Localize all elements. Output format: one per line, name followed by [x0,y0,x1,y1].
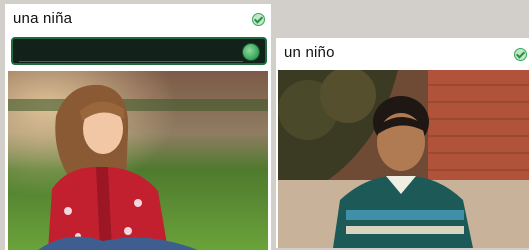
answer-bar[interactable] [11,37,267,65]
card-label: un niño [284,44,335,61]
submit-button[interactable] [242,43,260,61]
check-circle-icon [252,13,265,26]
vocab-card-girl[interactable]: una niña [5,4,271,250]
vocab-card-boy[interactable]: un niño [276,38,529,248]
card-label: una niña [13,10,73,27]
check-circle-icon [514,48,527,61]
answer-input[interactable] [19,43,243,62]
girl-photo [8,71,268,250]
card-header: un niño [276,38,529,68]
card-header: una niña [5,4,271,34]
boy-photo [278,70,529,248]
